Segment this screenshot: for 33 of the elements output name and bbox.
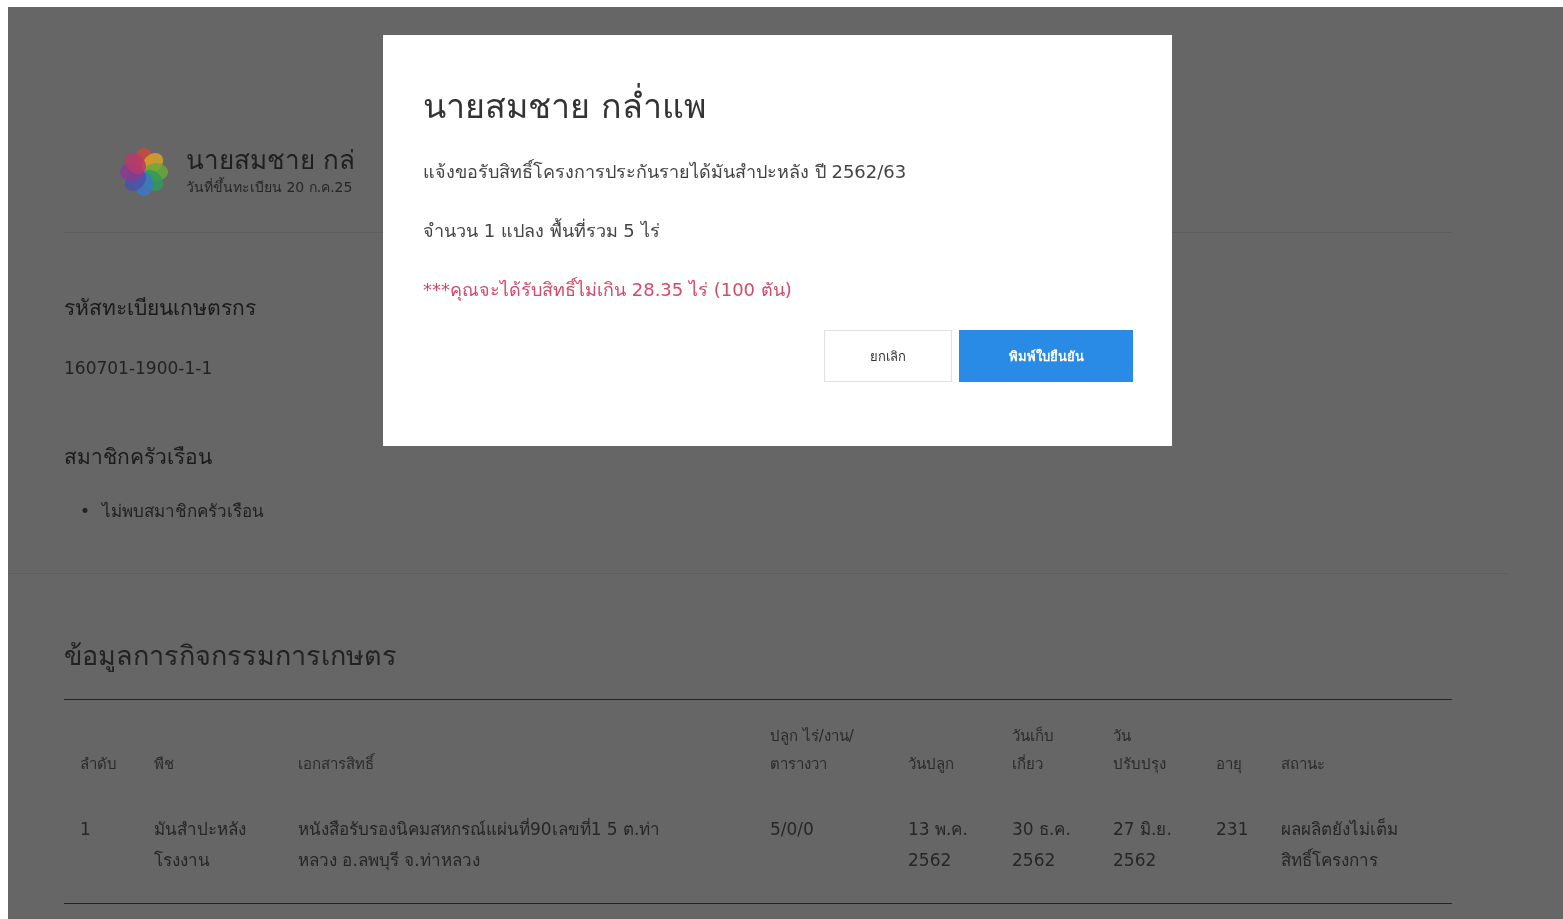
list-item: ไม่พบสมาชิกครัวเรือน — [102, 500, 265, 524]
column-header: ลำดับ — [79, 754, 118, 776]
table-cell-text: ผลผลิตยังไม่เต็ม สิทธิ์โครงการ — [1281, 817, 1399, 873]
dialog-title: นายสมชาย กล่ำแพ — [423, 79, 1133, 133]
table-cell-text: 30 ธ.ค. 2562 — [1012, 818, 1072, 873]
section-heading: ข้อมูลการกิจกรรมการเกษตร — [64, 639, 398, 674]
table-cell-text: มันสำปะหลัง โรงงาน — [154, 818, 247, 873]
column-header: วันเก็บ เกี่ยว — [1012, 725, 1055, 776]
column-header: สถานะ — [1281, 754, 1326, 776]
column-header: พืช — [154, 754, 175, 776]
column-header: อายุ — [1216, 754, 1243, 776]
registration-date: วันที่ขึ้นทะเบียน 20 ก.ค.25 — [186, 176, 354, 198]
section-heading: รหัสทะเบียนเกษตรกร — [64, 295, 256, 323]
farmer-name: นายสมชาย กล่ — [186, 145, 356, 177]
table-cell-text: หนังสือรับรองนิคมสหกรณ์แผ่นที่90เลขที่1 5 ต.ท่า หลวง อ.ลพบุรี จ.ท่าหลวง — [298, 816, 662, 873]
farmer-id: 160701-1900-1-1 — [64, 358, 214, 379]
column-header: เอกสารสิทธิ์ — [298, 752, 376, 776]
flower-logo-icon — [118, 145, 170, 198]
column-header: วัน ปรับปรุง — [1113, 726, 1167, 776]
dialog-text: จำนวน 1 แปลง พื้นที่รวม 5 ไร่ — [423, 217, 661, 243]
print-button[interactable]: พิมพ์ใบยืนยัน — [959, 330, 1133, 382]
column-header: ปลูก ไร่/งาน/ ตารางวา — [770, 726, 855, 776]
table-cell-text: 5/0/0 — [770, 818, 815, 842]
dialog-text: แจ้งขอรับสิทธิ์โครงการประกันรายได้มันสำปะหลัง ปี 2562/63 — [423, 158, 908, 184]
section-heading: สมาชิกครัวเรือน — [64, 444, 212, 472]
bullet: • — [80, 500, 91, 524]
table-cell-text: 27 มิ.ย. 2562 — [1113, 818, 1173, 873]
warning-text: ***คุณจะได้รับสิทธิ์ไม่เกิน 28.35 ไร่ (100 ตัน) — [423, 276, 793, 303]
column-header: วันปลูก — [908, 754, 955, 776]
table-cell-text: 1 — [79, 818, 92, 842]
table-cell-text: 13 พ.ค. 2562 — [908, 818, 969, 873]
cancel-button[interactable]: ยกเลิก — [824, 330, 952, 382]
table-cell-text: 231 — [1216, 818, 1250, 842]
